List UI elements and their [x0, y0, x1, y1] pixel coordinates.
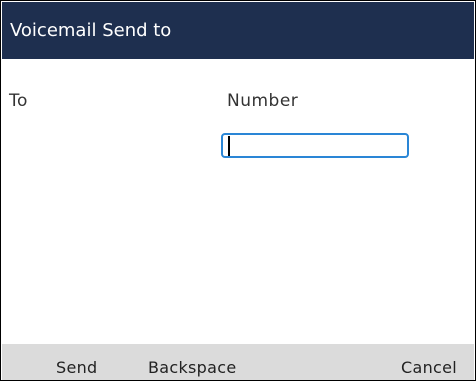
- number-input[interactable]: [221, 133, 409, 158]
- backspace-softkey[interactable]: Backspace: [148, 358, 236, 377]
- title-bar: Voicemail Send to: [2, 2, 474, 59]
- page-title: Voicemail Send to: [10, 20, 172, 41]
- send-softkey[interactable]: Send: [56, 358, 98, 377]
- cancel-softkey[interactable]: Cancel: [401, 358, 457, 377]
- to-label: To: [9, 91, 28, 111]
- softkey-bar: Send Backspace Cancel: [2, 344, 474, 380]
- voicemail-send-to-screen: Voicemail Send to To Number Send Backspa…: [0, 0, 476, 381]
- text-cursor: [228, 136, 230, 156]
- number-label: Number: [227, 91, 299, 111]
